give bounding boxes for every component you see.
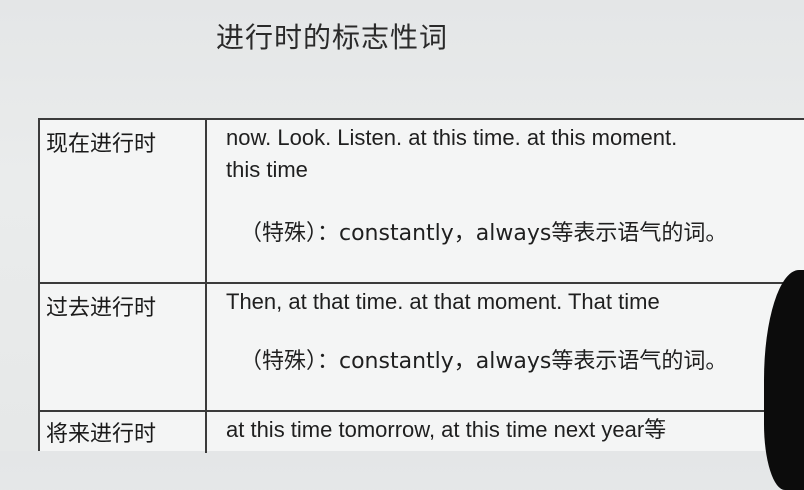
column-divider — [205, 284, 207, 410]
tense-name-future: 将来进行时 — [46, 422, 157, 447]
signal-words-past: Then, at that time. at that moment. That… — [226, 289, 660, 314]
column-divider — [205, 412, 207, 453]
table-row-past-progressive: 过去进行时 Then, at that time. at that moment… — [40, 284, 804, 412]
table-row-present-progressive: 现在进行时 now. Look. Listen. at this time. a… — [40, 120, 804, 284]
signal-words-present-cont: this time — [226, 157, 308, 182]
tense-name-present: 现在进行时 — [46, 132, 157, 157]
special-note-present: （特殊）：constantly，always等表示语气的词。 — [240, 221, 728, 246]
column-divider — [205, 120, 207, 282]
table-row-future-progressive: 将来进行时 at this time tomorrow, at this tim… — [40, 412, 804, 453]
signal-words-table: 现在进行时 now. Look. Listen. at this time. a… — [38, 118, 804, 453]
slide-title: 进行时的标志性词 — [216, 21, 449, 54]
signal-words-present: now. Look. Listen. at this time. at this… — [226, 125, 678, 150]
signal-words-future: at this time tomorrow, at this time next… — [226, 417, 667, 442]
special-note-past: （特殊）：constantly，always等表示语气的词。 — [240, 349, 728, 374]
tense-name-past: 过去进行时 — [46, 296, 157, 321]
